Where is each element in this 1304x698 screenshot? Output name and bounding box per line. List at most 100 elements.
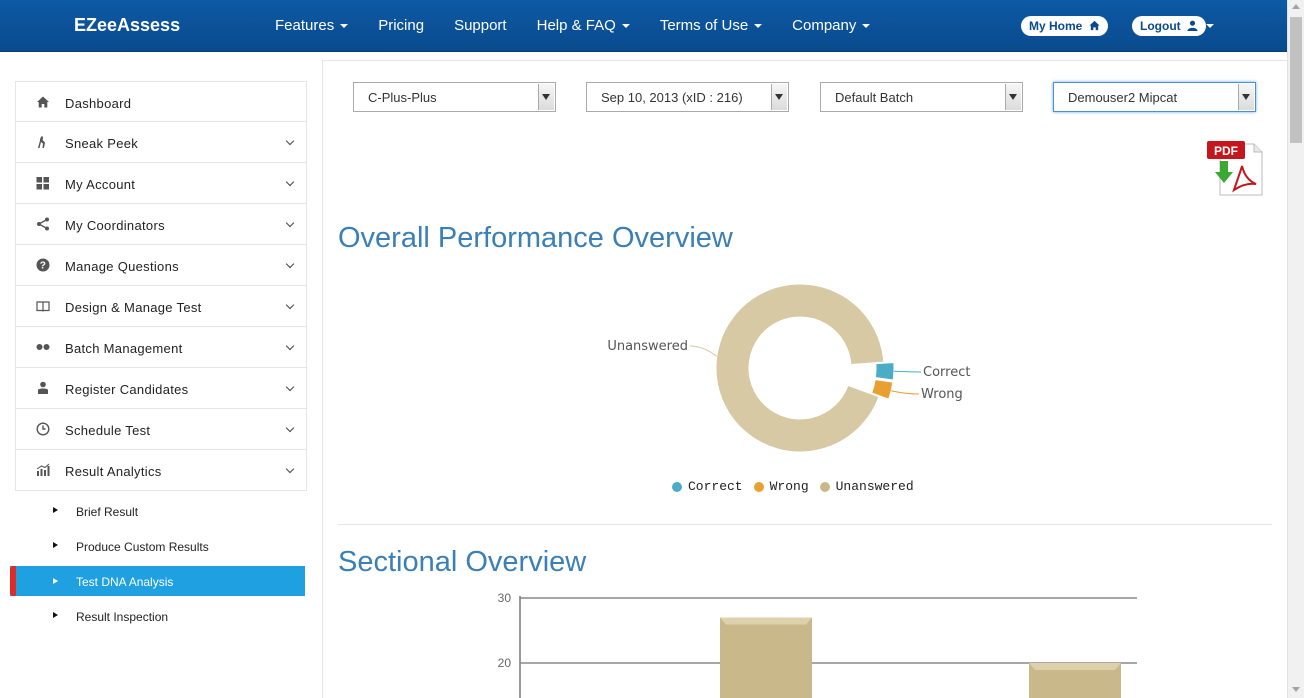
batch-select[interactable]: Default Batch bbox=[820, 82, 1023, 112]
sectional-overview-title: Sectional Overview bbox=[338, 546, 587, 578]
sidebar-item-my-account[interactable]: My Account bbox=[15, 163, 307, 204]
nav-label: Pricing bbox=[378, 17, 425, 34]
y-tick-label: 30 bbox=[498, 591, 512, 605]
chevron-down-icon bbox=[285, 423, 295, 433]
chevron-down-icon bbox=[285, 341, 295, 351]
donut-label-connector bbox=[891, 390, 920, 395]
dropdown-arrow-icon[interactable] bbox=[771, 84, 787, 110]
dropdown-arrow-icon[interactable] bbox=[1005, 84, 1021, 110]
nav-label: Help & FAQ bbox=[536, 17, 616, 34]
caret-down-icon bbox=[621, 24, 630, 29]
sidebar-item-schedule-test[interactable]: Schedule Test bbox=[15, 409, 307, 450]
scroll-thumb[interactable] bbox=[1290, 17, 1302, 143]
nav-features[interactable]: Features bbox=[260, 0, 363, 52]
sidebar-item-register-candidates[interactable]: Register Candidates bbox=[15, 368, 307, 409]
dropdown-arrow-icon[interactable] bbox=[538, 84, 554, 110]
nav-company[interactable]: Company bbox=[777, 0, 885, 52]
question-icon: ? bbox=[36, 258, 50, 272]
sidebar-item-manage-questions[interactable]: ? Manage Questions bbox=[15, 245, 307, 286]
sidebar-item-label: Batch Management bbox=[65, 341, 183, 356]
triangle-right-icon bbox=[53, 507, 58, 513]
legend-item-wrong[interactable]: Wrong bbox=[753, 479, 809, 494]
donut-label-connector bbox=[893, 370, 922, 373]
scroll-up-arrow-icon[interactable] bbox=[1292, 4, 1300, 9]
legend-item-unanswered[interactable]: Unanswered bbox=[819, 479, 914, 494]
sidebar-item-design-manage-test[interactable]: Design & Manage Test bbox=[15, 286, 307, 327]
sidebar-item-sneak-peek[interactable]: Sneak Peek bbox=[15, 122, 307, 163]
submenu-item-label: Brief Result bbox=[76, 505, 139, 519]
legend-item-correct[interactable]: Correct bbox=[672, 479, 743, 494]
submenu-item-label: Produce Custom Results bbox=[76, 540, 209, 554]
overall-performance-title: Overall Performance Overview bbox=[338, 222, 733, 254]
active-indicator bbox=[10, 566, 16, 596]
logout-button[interactable]: Logout bbox=[1132, 16, 1206, 36]
donut-label-connector bbox=[689, 345, 718, 357]
donut-slice-correct[interactable] bbox=[874, 361, 895, 381]
sidebar-item-batch-management[interactable]: Batch Management bbox=[15, 327, 307, 368]
submenu-item-label: Result Inspection bbox=[76, 610, 169, 624]
chevron-down-icon bbox=[285, 382, 295, 392]
submenu-item-test-dna-analysis[interactable]: Test DNA Analysis bbox=[10, 566, 305, 596]
home-icon bbox=[37, 96, 49, 108]
y-tick-label: 20 bbox=[498, 656, 512, 670]
submenu-item-label: Test DNA Analysis bbox=[76, 575, 174, 589]
nav-terms[interactable]: Terms of Use bbox=[645, 0, 777, 52]
sidebar-item-label: Result Analytics bbox=[65, 464, 162, 479]
main-nav: Features Pricing Support Help & FAQ Term… bbox=[260, 0, 885, 52]
legend-label: Wrong bbox=[769, 479, 809, 494]
main-panel-border bbox=[322, 60, 323, 698]
test-select-value: C-Plus-Plus bbox=[368, 90, 437, 105]
donut-slice-unanswered[interactable] bbox=[715, 283, 885, 453]
sidebar-item-dashboard[interactable]: Dashboard bbox=[15, 81, 307, 122]
page-scrollbar[interactable] bbox=[1287, 0, 1304, 698]
chevron-down-icon bbox=[285, 136, 295, 146]
sidebar-item-label: My Coordinators bbox=[65, 218, 165, 233]
caret-down-icon bbox=[340, 24, 349, 29]
bar[interactable] bbox=[1029, 663, 1121, 698]
home-icon bbox=[1089, 20, 1100, 31]
svg-text:?: ? bbox=[40, 261, 46, 272]
pdf-download-icon[interactable]: PDF bbox=[1206, 140, 1264, 196]
sidebar-item-label: Sneak Peek bbox=[65, 136, 139, 151]
sidebar: Dashboard Sneak Peek My Account My Coord… bbox=[15, 81, 307, 491]
scroll-down-arrow-icon[interactable] bbox=[1292, 687, 1300, 692]
grid-icon bbox=[36, 177, 49, 190]
donut-slice-label: Wrong bbox=[921, 387, 963, 402]
nav-pricing[interactable]: Pricing bbox=[363, 0, 439, 52]
submenu-item-produce-custom-results[interactable]: Produce Custom Results bbox=[0, 529, 306, 564]
sidebar-item-result-analytics[interactable]: Result Analytics bbox=[15, 450, 307, 491]
test-select[interactable]: C-Plus-Plus bbox=[353, 82, 556, 112]
nav-support[interactable]: Support bbox=[439, 0, 522, 52]
nav-label: Support bbox=[454, 17, 507, 34]
section-divider bbox=[338, 524, 1272, 525]
chevron-down-icon bbox=[285, 259, 295, 269]
sidebar-item-label: Manage Questions bbox=[65, 259, 179, 274]
bar[interactable] bbox=[720, 617, 812, 698]
nav-label: Terms of Use bbox=[659, 17, 749, 34]
submenu-item-brief-result[interactable]: Brief Result bbox=[0, 494, 306, 529]
clock-icon bbox=[36, 422, 50, 436]
legend-swatch bbox=[753, 481, 764, 492]
sidebar-item-label: Schedule Test bbox=[65, 423, 151, 438]
sneak-peek-icon bbox=[38, 136, 45, 148]
nav-label: Features bbox=[275, 17, 335, 34]
date-select-value: Sep 10, 2013 (xID : 216) bbox=[601, 90, 743, 105]
logout-dropdown-caret-icon[interactable] bbox=[1206, 24, 1214, 28]
sidebar-item-my-coordinators[interactable]: My Coordinators bbox=[15, 204, 307, 245]
sidebar-item-label: Dashboard bbox=[65, 96, 132, 111]
brand-logo[interactable]: EZeeAssess bbox=[74, 15, 180, 36]
bar-chart-icon bbox=[36, 463, 50, 476]
user-icon bbox=[1187, 20, 1198, 31]
dropdown-arrow-icon[interactable] bbox=[1238, 84, 1254, 110]
book-icon bbox=[36, 301, 50, 312]
my-home-button[interactable]: My Home bbox=[1021, 16, 1108, 36]
candidate-select-value: Demouser2 Mipcat bbox=[1068, 90, 1178, 105]
legend-swatch bbox=[819, 481, 830, 492]
candidate-select[interactable]: Demouser2 Mipcat bbox=[1053, 82, 1256, 112]
nav-help-faq[interactable]: Help & FAQ bbox=[522, 0, 645, 52]
legend-label: Unanswered bbox=[835, 479, 914, 494]
triangle-right-icon bbox=[53, 578, 58, 584]
submenu-item-result-inspection[interactable]: Result Inspection bbox=[0, 599, 306, 634]
date-select[interactable]: Sep 10, 2013 (xID : 216) bbox=[586, 82, 789, 112]
caret-down-icon bbox=[754, 24, 763, 29]
